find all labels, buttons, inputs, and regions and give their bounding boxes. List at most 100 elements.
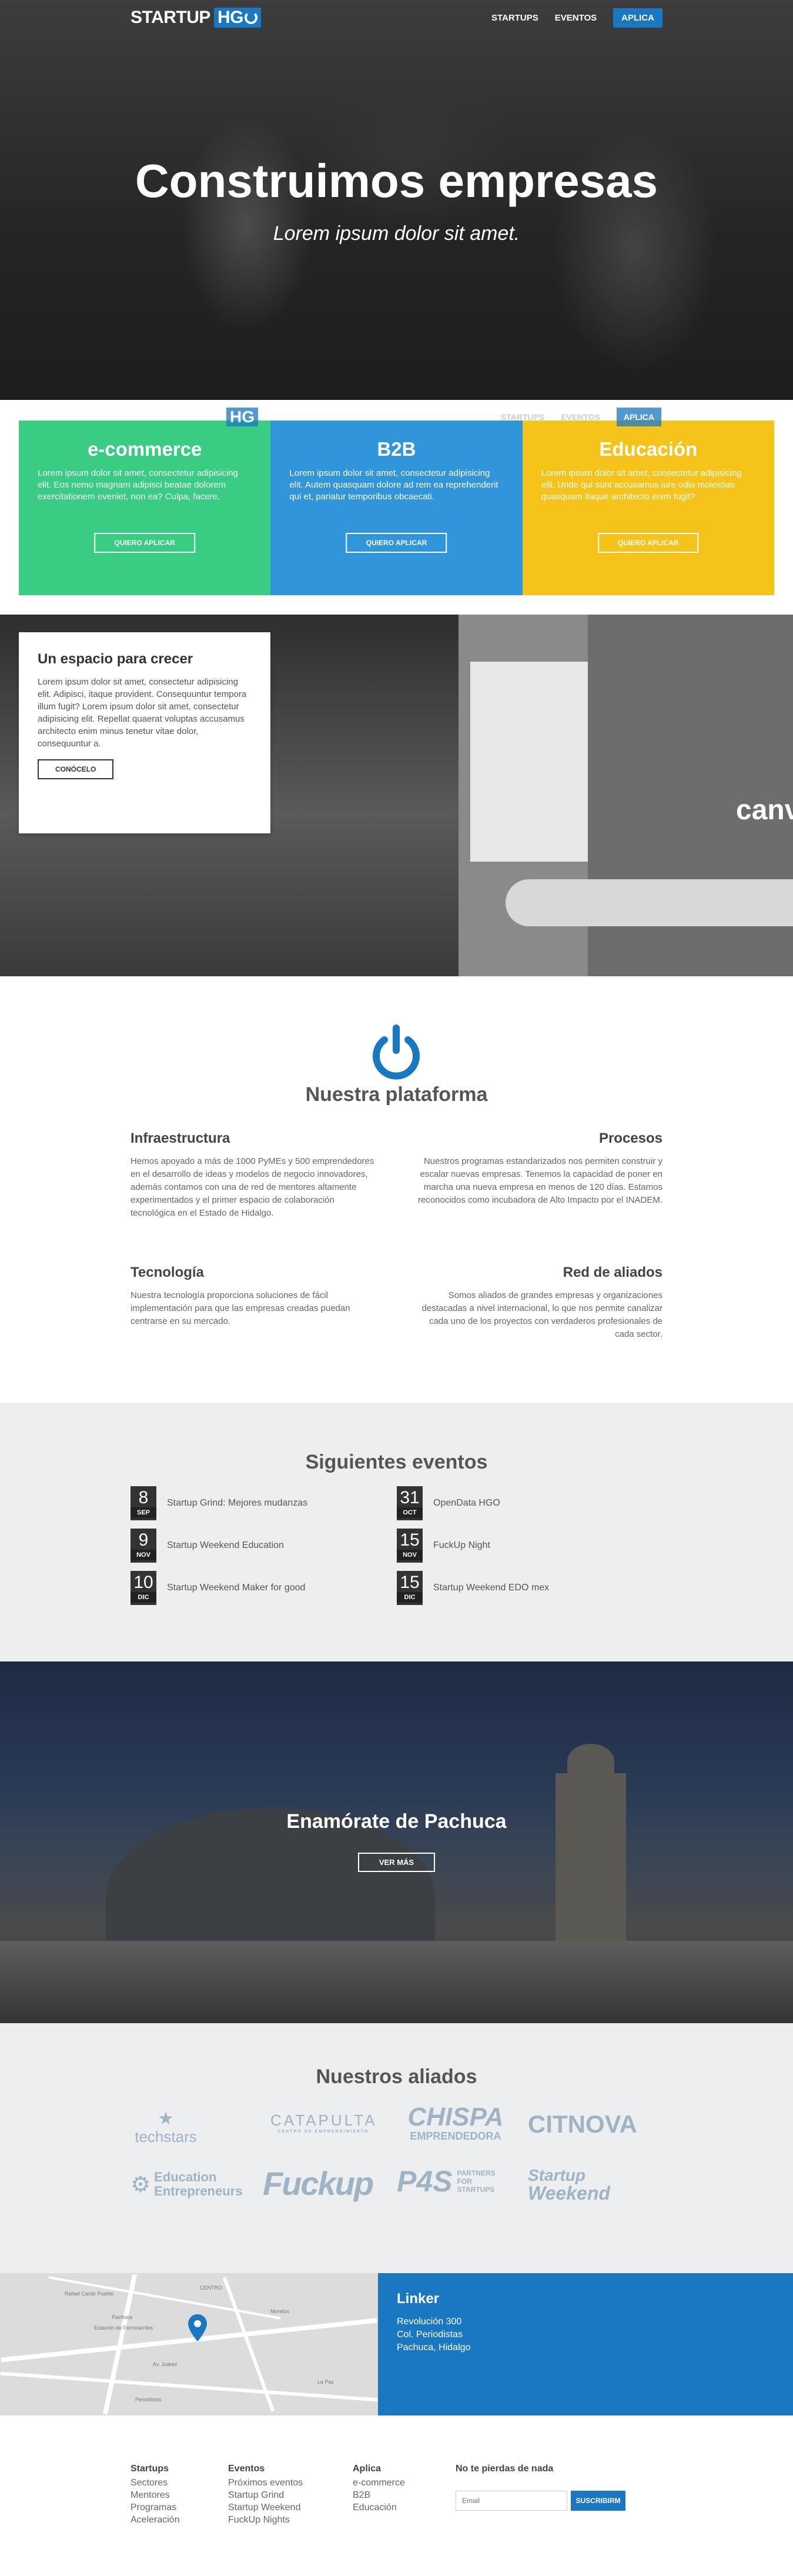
- event-item[interactable]: 15 NOV FuckUp Night: [397, 1529, 655, 1563]
- ver-mas-button[interactable]: VER MÁS: [358, 1853, 435, 1872]
- address-line: Revolución 300: [397, 2317, 462, 2327]
- power-icon: [244, 11, 257, 24]
- logo-citnova[interactable]: CITNOVA: [528, 2110, 637, 2138]
- event-item[interactable]: 15 DIC Startup Weekend EDO mex: [397, 1571, 655, 1605]
- wall-sign: canv: [736, 795, 793, 826]
- footer-link[interactable]: Mentores: [131, 2489, 180, 2501]
- card-b2b: B2B Lorem ipsum dolor sit amet, consecte…: [270, 421, 523, 595]
- eventos-title: Siguientes eventos: [305, 1451, 488, 1473]
- feature-red-de-aliados: Red de aliados Somos aliados de grandes …: [416, 1264, 662, 1341]
- event-list-right: 31 OCT OpenData HGO 15 NOV FuckUp Night 15…: [397, 1486, 655, 1613]
- map-pin-icon[interactable]: [187, 2313, 208, 2343]
- card-title: e-commerce: [87, 438, 202, 460]
- espacio-section: canv Un espacio para crecer Lorem ipsum …: [0, 615, 793, 976]
- feature-text: Nuestros programas estandarizados nos pe…: [417, 1156, 662, 1205]
- logo-startup-weekend[interactable]: Startup Weekend: [528, 2167, 610, 2203]
- card-text: Lorem ipsum dolor sit amet, consectetur …: [289, 468, 498, 502]
- footer-link[interactable]: Startup Weekend: [228, 2501, 303, 2514]
- footer-link[interactable]: B2B: [353, 2489, 405, 2501]
- card-educacion: Educación Lorem ipsum dolor sit amet, co…: [522, 421, 774, 595]
- feature-tecnologia: Tecnología Nuestra tecnología proporcion…: [131, 1264, 377, 1328]
- hero-section: STARTUP HG STARTUPS EVENTOS APLICA Const…: [0, 0, 793, 400]
- nav-aplica-button[interactable]: APLICA: [613, 8, 662, 28]
- footer-link[interactable]: Sectores: [131, 2477, 180, 2489]
- feature-title: Red de aliados: [563, 1264, 662, 1280]
- nav-link-startups[interactable]: STARTUPS: [491, 13, 538, 23]
- logo-p4s[interactable]: P4S PARTNERS FOR STARTUPS: [397, 2164, 496, 2198]
- address-panel: Linker Revolución 300 Col. Periodistas P…: [378, 2273, 793, 2415]
- sticky-aplica-button[interactable]: APLICA: [616, 408, 661, 426]
- card-text: Lorem ipsum dolor sit amet, consectetur …: [541, 468, 742, 502]
- event-date: 10 DIC: [131, 1571, 156, 1605]
- event-item[interactable]: 8 SEP Startup Grind: Mejores mudanzas: [131, 1486, 389, 1520]
- email-input[interactable]: [456, 2491, 567, 2511]
- footer-col-aplica: Aplica e-commerce B2B Educación: [353, 2464, 405, 2514]
- feature-text: Nuestra tecnología proporciona solucione…: [131, 1290, 350, 1326]
- logo-techstars[interactable]: ★ techstars: [131, 2110, 201, 2146]
- logo[interactable]: STARTUP HG: [131, 8, 261, 28]
- newsletter-title: No te pierdas de nada: [456, 2464, 554, 2474]
- event-date: 15 NOV: [397, 1529, 423, 1563]
- contact-section: Rafael Cardo Pueblo Pachuca Estación de …: [0, 2273, 793, 2415]
- aliados-section: Nuestros aliados ★ techstars CATAPULTA C…: [0, 2023, 793, 2273]
- location-map[interactable]: Rafael Cardo Pueblo Pachuca Estación de …: [0, 2273, 378, 2415]
- footer-link[interactable]: Aceleración: [131, 2514, 180, 2526]
- footer-col-title: Aplica: [353, 2464, 382, 2474]
- hero-subtitle: Lorem ipsum dolor sit amet.: [273, 222, 520, 245]
- event-date: 15 DIC: [397, 1571, 423, 1605]
- event-name: FuckUp Night: [433, 1540, 490, 1550]
- program-cards: e-commerce Lorem ipsum dolor sit amet, c…: [19, 421, 774, 595]
- footer-link[interactable]: Próximos eventos: [228, 2477, 303, 2489]
- power-icon: [373, 1025, 420, 1080]
- sticky-navbar: HG STARTUPS EVENTOS APLICA: [226, 405, 661, 429]
- footer-col-startups: Startups Sectores Mentores Programas Ace…: [131, 2464, 180, 2526]
- pachuca-title: Enamórate de Pachuca: [286, 1810, 507, 1833]
- apply-b2b-button[interactable]: QUIERO APLICAR: [346, 533, 447, 553]
- event-name: OpenData HGO: [433, 1498, 500, 1508]
- event-item[interactable]: 10 DIC Startup Weekend Maker for good: [131, 1571, 389, 1605]
- top-navbar: STARTUP HG STARTUPS EVENTOS APLICA: [131, 5, 662, 31]
- feature-title: Tecnología: [131, 1264, 204, 1280]
- newsletter: No te pierdas de nada: [456, 2464, 553, 2477]
- espacio-text: Lorem ipsum dolor sit amet, consectetur …: [38, 677, 247, 749]
- event-name: Startup Grind: Mejores mudanzas: [167, 1498, 308, 1508]
- apply-educacion-button[interactable]: QUIERO APLICAR: [598, 533, 699, 553]
- event-name: Startup Weekend Maker for good: [167, 1583, 306, 1593]
- footer-link[interactable]: Educación: [353, 2501, 405, 2514]
- address-line: Col. Periodistas: [397, 2330, 463, 2340]
- feature-procesos: Procesos Nuestros programas estandarizad…: [416, 1130, 662, 1207]
- subscribe-button[interactable]: SUSCRIBIRM: [571, 2491, 625, 2511]
- footer-link[interactable]: FuckUp Nights: [228, 2514, 303, 2526]
- event-item[interactable]: 31 OCT OpenData HGO: [397, 1486, 655, 1520]
- nav-link-eventos[interactable]: EVENTOS: [555, 13, 597, 23]
- event-item[interactable]: 9 NOV Startup Weekend Education: [131, 1529, 389, 1563]
- card-title: Educación: [599, 438, 698, 460]
- sticky-link-eventos[interactable]: EVENTOS: [561, 412, 600, 422]
- aliados-title: Nuestros aliados: [316, 2066, 477, 2088]
- footer-col-title: Eventos: [228, 2464, 265, 2474]
- gear-icon: ⚙: [131, 2172, 151, 2197]
- footer-link[interactable]: Programas: [131, 2501, 180, 2514]
- plataforma-title: Nuestra plataforma: [305, 1083, 488, 1106]
- star-icon: ★: [158, 2109, 174, 2128]
- logo-education-entrepreneurs[interactable]: ⚙ Education Entrepreneurs: [131, 2170, 242, 2198]
- sticky-link-startups[interactable]: STARTUPS: [501, 412, 544, 422]
- footer-link[interactable]: Startup Grind: [228, 2489, 303, 2501]
- feature-infraestructura: Infraestructura Hemos apoyado a más de 1…: [131, 1130, 377, 1220]
- conocelo-button[interactable]: CONÓCELO: [38, 759, 114, 779]
- apply-ecommerce-button[interactable]: QUIERO APLICAR: [94, 533, 195, 553]
- feature-text: Hemos apoyado a más de 1000 PyMEs y 500 …: [131, 1156, 374, 1218]
- footer-link[interactable]: e-commerce: [353, 2477, 405, 2489]
- logo-chispa[interactable]: CHISPA EMPRENDEDORA: [397, 2104, 514, 2143]
- event-name: Startup Weekend EDO mex: [433, 1583, 550, 1593]
- footer-col-eventos: Eventos Próximos eventos Startup Grind S…: [228, 2464, 303, 2526]
- logo-catapulta[interactable]: CATAPULTA CENTRO DE EMPRENDIMIENTO: [270, 2111, 376, 2134]
- sticky-logo[interactable]: HG: [226, 408, 258, 426]
- event-date: 8 SEP: [131, 1486, 156, 1520]
- logo-fuckup[interactable]: Fuckup: [263, 2164, 374, 2203]
- plataforma-section: Nuestra plataforma Infraestructura Hemos…: [0, 976, 793, 1403]
- card-title: B2B: [377, 438, 416, 460]
- card-ecommerce: e-commerce Lorem ipsum dolor sit amet, c…: [19, 421, 271, 595]
- event-list-left: 8 SEP Startup Grind: Mejores mudanzas 9 NO…: [131, 1486, 389, 1613]
- espacio-title: Un espacio para crecer: [38, 651, 193, 667]
